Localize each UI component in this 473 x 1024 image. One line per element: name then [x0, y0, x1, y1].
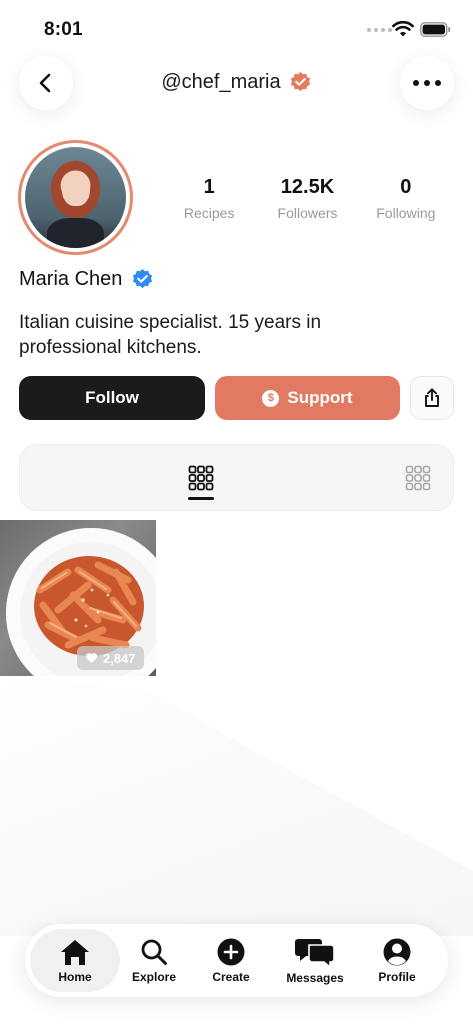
nav-profile[interactable]: Profile — [367, 929, 427, 992]
nav-label: Messages — [286, 970, 344, 985]
stat-value: 0 — [400, 176, 412, 198]
bottom-nav: Home Explore Create Messages Profile — [25, 924, 448, 997]
active-tab-indicator — [188, 497, 214, 500]
search-icon — [141, 939, 167, 965]
wifi-icon — [392, 20, 414, 37]
verified-badge-icon — [290, 71, 310, 92]
share-icon — [425, 388, 439, 407]
support-label: Support — [287, 388, 353, 407]
grid-icon — [405, 465, 431, 491]
verified-check-icon — [133, 268, 153, 289]
stat-label: Followers — [277, 205, 338, 221]
background-shape — [0, 676, 473, 936]
more-options-button[interactable] — [400, 56, 454, 110]
avatar[interactable] — [18, 140, 133, 255]
nav-label: Explore — [131, 969, 176, 984]
likes-count: 2,847 — [103, 650, 136, 666]
profile-bio: Italian cuisine specialist. 15 years in … — [19, 312, 322, 358]
profile-header: @chef_maria — [0, 56, 473, 112]
more-horizontal-icon — [413, 80, 441, 86]
name-row: Maria Chen — [19, 268, 154, 291]
stat-value: 12.5K — [280, 176, 335, 198]
stat-recipes[interactable]: 1 Recipes — [160, 176, 258, 221]
follow-button[interactable]: Follow — [19, 376, 205, 420]
dollar-coin-icon: $ — [262, 389, 280, 407]
nav-home[interactable]: Home — [30, 929, 120, 992]
post-thumbnail[interactable]: 2,847 — [0, 520, 156, 676]
nav-messages[interactable]: Messages — [275, 929, 355, 992]
signal-icon — [367, 28, 392, 32]
nav-explore[interactable]: Explore — [122, 929, 186, 992]
stat-following[interactable]: 0 Following — [357, 176, 455, 221]
plus-circle-icon — [217, 938, 245, 965]
heart-icon — [85, 653, 98, 663]
user-circle-icon — [383, 938, 411, 965]
profile-handle: @chef_maria — [161, 71, 281, 93]
status-bar: 8:01 — [0, 0, 473, 56]
support-button[interactable]: $ Support — [215, 376, 400, 420]
stat-followers[interactable]: 12.5K Followers — [258, 176, 356, 221]
battery-icon — [420, 22, 451, 37]
share-button[interactable] — [410, 376, 454, 420]
profile-name: Maria Chen — [19, 268, 123, 290]
home-icon — [61, 939, 89, 965]
avatar-photo — [25, 147, 126, 248]
status-time: 8:01 — [44, 19, 83, 40]
nav-label: Home — [58, 969, 92, 984]
stat-label: Following — [376, 205, 436, 221]
stat-value: 1 — [203, 176, 215, 198]
profile-actions: Follow $ Support — [19, 376, 454, 420]
profile-stats: 1 Recipes 12.5K Followers 0 Following — [160, 176, 455, 221]
content-tabs — [19, 444, 454, 511]
chat-bubbles-icon — [295, 938, 335, 967]
stat-label: Recipes — [183, 205, 235, 221]
grid-icon — [188, 465, 214, 491]
nav-create[interactable]: Create — [201, 929, 261, 992]
nav-label: Profile — [378, 969, 416, 984]
tab-recipes-grid[interactable] — [161, 445, 241, 511]
tab-collections-grid[interactable] — [378, 445, 458, 511]
nav-label: Create — [212, 969, 250, 984]
likes-badge: 2,847 — [77, 646, 144, 670]
